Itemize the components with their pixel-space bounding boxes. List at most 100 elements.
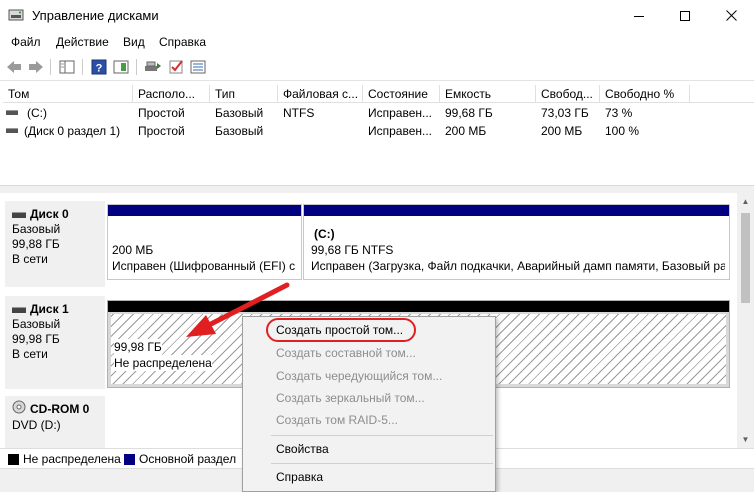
partition-size: 200 МБ <box>112 243 154 257</box>
legend-swatch-unallocated <box>8 453 19 465</box>
properties-icon[interactable] <box>189 58 207 76</box>
column-header-type[interactable]: Тип <box>210 85 278 103</box>
scroll-thumb[interactable] <box>741 213 750 303</box>
maximize-button[interactable] <box>662 0 708 31</box>
disk-icon <box>12 306 26 313</box>
disk-0-size: 99,88 ГБ <box>12 237 60 251</box>
forward-arrow-icon[interactable] <box>27 58 45 76</box>
console-tree-icon[interactable] <box>58 58 76 76</box>
disk-0-efi-partition[interactable]: 200 МБ Исправен (Шифрованный (EFI) с <box>107 204 302 280</box>
disk-0-type: Базовый <box>12 222 61 236</box>
column-header-filesystem[interactable]: Файловая с... <box>278 85 363 103</box>
table-row[interactable]: (C:) Простой Базовый NTFS Исправен... 99… <box>3 104 754 122</box>
cell-free-percent: 100 % <box>605 124 640 138</box>
disk-management-app-icon <box>8 8 24 22</box>
menu-create-mirrored-volume[interactable]: Создать зеркальный том... <box>276 391 425 405</box>
column-header-free[interactable]: Свобод... <box>536 85 600 103</box>
column-header-capacity[interactable]: Емкость <box>440 85 536 103</box>
column-header-free-percent[interactable]: Свободно % <box>600 85 690 103</box>
partition-status: Исправен (Шифрованный (EFI) с <box>112 259 296 273</box>
menu-help[interactable]: Справка <box>159 35 206 49</box>
menu-create-simple-volume[interactable]: Создать простой том... <box>276 323 403 337</box>
disk-1-name: Диск 1 <box>30 302 69 316</box>
unallocated-bar <box>108 301 729 312</box>
cell-free-percent: 73 % <box>605 106 633 120</box>
cell-capacity: 99,68 ГБ <box>445 106 493 120</box>
menu-separator <box>271 463 493 464</box>
cdrom-0-drive: DVD (D:) <box>12 418 61 432</box>
context-menu: Создать простой том... Создать составной… <box>242 316 496 492</box>
disk-1-size: 99,98 ГБ <box>12 332 60 346</box>
window-title: Управление дисками <box>32 8 159 23</box>
primary-partition-bar <box>304 205 729 216</box>
menu-view[interactable]: Вид <box>123 35 145 49</box>
cell-layout: Простой <box>138 106 185 120</box>
menu-action[interactable]: Действие <box>56 35 109 49</box>
close-button[interactable] <box>708 0 754 31</box>
disk-0-row: Диск 0 Базовый 99,88 ГБ В сети 200 МБ Ис… <box>3 201 737 291</box>
menu-bar: Файл Действие Вид Справка <box>0 31 754 53</box>
cdrom-0-name: CD-ROM 0 <box>30 401 90 416</box>
disk-1-state: В сети <box>12 347 48 361</box>
connect-drive-icon[interactable] <box>144 58 162 76</box>
partition-size: 99,98 ГБ <box>114 339 162 355</box>
minimize-button[interactable] <box>616 0 662 31</box>
column-header-layout[interactable]: Располо... <box>133 85 210 103</box>
disk-pane-scrollbar[interactable]: ▲ ▼ <box>737 193 754 448</box>
disk-1-type: Базовый <box>12 317 61 331</box>
menu-help-item[interactable]: Справка <box>276 470 323 484</box>
cell-volume: (Диск 0 раздел 1) <box>24 124 121 138</box>
menu-separator <box>271 435 493 436</box>
menu-create-striped-volume[interactable]: Создать чередующийся том... <box>276 369 442 383</box>
menu-file[interactable]: Файл <box>11 35 41 49</box>
legend-primary: Основной раздел <box>124 452 236 466</box>
help-icon[interactable]: ? <box>90 58 108 76</box>
partition-label: (C:) <box>314 227 335 241</box>
scroll-down-icon[interactable]: ▼ <box>737 431 754 448</box>
cell-filesystem: NTFS <box>283 106 315 120</box>
cell-status: Исправен... <box>368 106 433 120</box>
cell-free: 200 МБ <box>541 124 583 138</box>
cell-status: Исправен... <box>368 124 433 138</box>
check-icon[interactable] <box>167 58 185 76</box>
drive-icon <box>6 128 18 133</box>
menu-create-raid5-volume[interactable]: Создать том RAID-5... <box>276 413 398 427</box>
menu-create-spanned-volume[interactable]: Создать составной том... <box>276 346 416 360</box>
partition-status: Не распределена <box>114 355 212 371</box>
title-bar: Управление дисками <box>0 0 754 31</box>
table-row[interactable]: (Диск 0 раздел 1) Простой Базовый Исправ… <box>3 122 754 140</box>
disk-0-name: Диск 0 <box>30 207 69 221</box>
column-header-status[interactable]: Состояние <box>363 85 440 103</box>
disk-0-c-partition[interactable]: (C:) 99,68 ГБ NTFS Исправен (Загрузка, Ф… <box>303 204 730 280</box>
legend-unallocated: Не распределена <box>8 452 121 466</box>
volume-list-header: Том Располо... Тип Файловая с... Состоян… <box>3 85 754 103</box>
svg-text:?: ? <box>96 63 103 75</box>
volume-list: Том Располо... Тип Файловая с... Состоян… <box>3 85 754 185</box>
partition-size: 99,68 ГБ NTFS <box>311 243 394 257</box>
disk-icon <box>12 211 26 218</box>
cell-type: Базовый <box>215 106 264 120</box>
cell-capacity: 200 МБ <box>445 124 487 138</box>
cell-layout: Простой <box>138 124 185 138</box>
disk-1-info[interactable]: Диск 1 Базовый 99,98 ГБ В сети <box>5 296 105 389</box>
pane-splitter[interactable] <box>0 185 754 193</box>
legend-label-primary: Основной раздел <box>139 452 237 466</box>
disk-0-info[interactable]: Диск 0 Базовый 99,88 ГБ В сети <box>5 201 105 287</box>
legend-label-unallocated: Не распределена <box>23 452 121 466</box>
column-header-volume[interactable]: Том <box>3 85 133 103</box>
legend-swatch-primary <box>124 453 135 465</box>
back-arrow-icon[interactable] <box>5 58 23 76</box>
cell-volume: (C:) <box>27 106 47 120</box>
show-panel-icon[interactable] <box>112 58 130 76</box>
cell-type: Базовый <box>215 124 264 138</box>
scroll-up-icon[interactable]: ▲ <box>737 193 754 210</box>
drive-icon <box>6 110 18 115</box>
toolbar: ? <box>0 53 754 81</box>
partition-status: Исправен (Загрузка, Файл подкачки, Авари… <box>311 259 725 273</box>
menu-properties[interactable]: Свойства <box>276 442 329 456</box>
disk-0-state: В сети <box>12 252 48 266</box>
cdrom-0-info[interactable]: CD-ROM 0 DVD (D:) <box>5 396 105 448</box>
cdrom-icon <box>12 400 26 418</box>
primary-partition-bar <box>108 205 301 216</box>
cell-free: 73,03 ГБ <box>541 106 589 120</box>
